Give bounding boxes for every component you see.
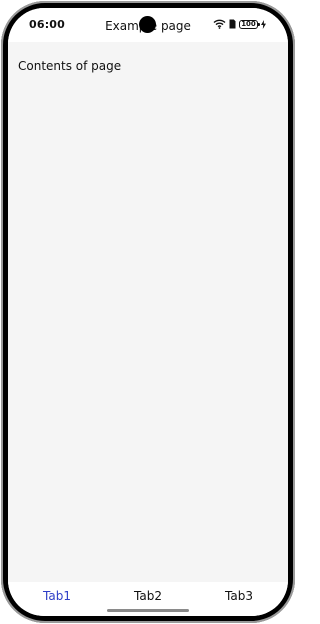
sim-icon: [229, 19, 236, 29]
home-indicator[interactable]: [107, 609, 189, 612]
wifi-icon: [213, 19, 226, 29]
tab-1[interactable]: Tab1: [12, 589, 102, 603]
status-icons: 100: [213, 18, 266, 30]
tab-3[interactable]: Tab3: [194, 589, 284, 603]
camera-cutout: [139, 16, 156, 33]
content-text: Contents of page: [18, 59, 122, 73]
screen: 06:00 Example page 100 Contents of page …: [8, 8, 288, 616]
tab-2[interactable]: Tab2: [103, 589, 193, 603]
page-content: Contents of page: [8, 42, 288, 582]
phone-device: 06:00 Example page 100 Contents of page …: [0, 0, 296, 624]
battery-icon: 100: [239, 19, 260, 29]
charging-icon: [261, 19, 266, 29]
status-bar: 06:00 Example page 100: [8, 8, 288, 42]
tab-bar: Tab1 Tab2 Tab3: [8, 582, 288, 616]
